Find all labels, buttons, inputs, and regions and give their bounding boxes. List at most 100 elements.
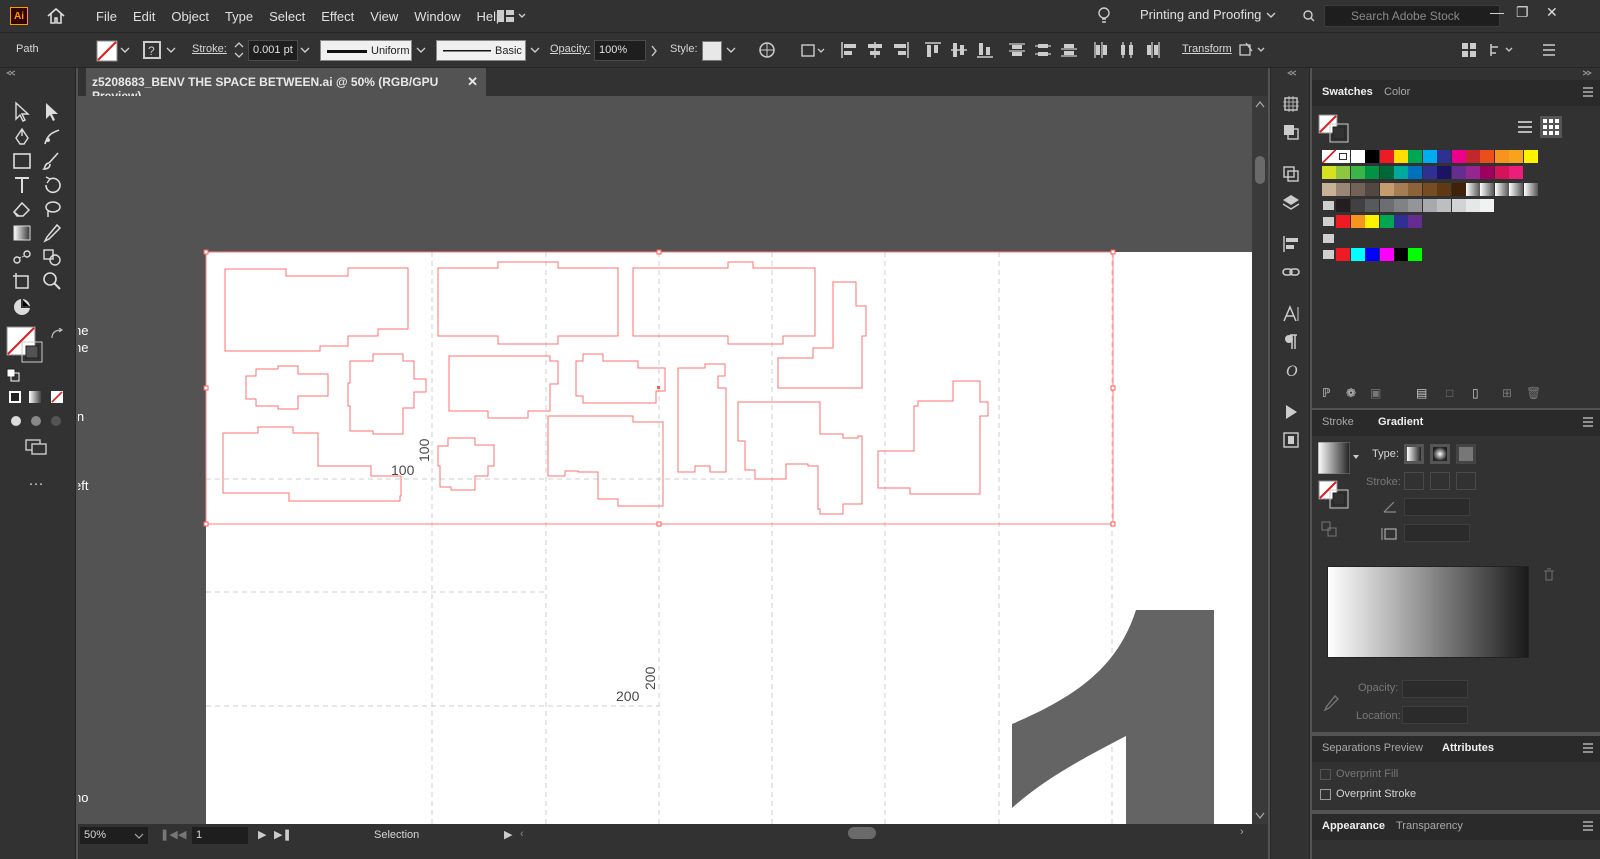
- color-swatch[interactable]: [1451, 198, 1466, 212]
- swap-fill-stroke-icon[interactable]: [50, 328, 64, 340]
- color-swatch[interactable]: [1480, 150, 1495, 163]
- gradient-mode-icon[interactable]: [28, 390, 42, 404]
- arrange-documents-icon[interactable]: [496, 8, 528, 24]
- stroke-label[interactable]: Stroke:: [192, 43, 227, 55]
- swatch-group-folder-icon[interactable]: [1323, 200, 1334, 210]
- chevron-down-icon[interactable]: [416, 47, 426, 55]
- color-swatch[interactable]: [1408, 247, 1423, 261]
- chevron-down-icon[interactable]: [134, 833, 144, 839]
- canvas[interactable]: 100 100 200 200 he he in eft no: [78, 96, 1252, 824]
- swatch-group-folder-icon[interactable]: [1323, 217, 1334, 227]
- direct-selection-tool-icon[interactable]: [40, 100, 64, 122]
- expand-icon[interactable]: [1287, 70, 1297, 76]
- pen-tool-icon[interactable]: [10, 126, 34, 148]
- color-swatch[interactable]: [1350, 150, 1365, 163]
- color-swatch[interactable]: [1322, 182, 1336, 196]
- color-swatch[interactable]: [1365, 215, 1380, 229]
- curvature-tool-icon[interactable]: [40, 126, 64, 148]
- eraser-tool-icon[interactable]: [10, 198, 34, 220]
- radial-gradient-icon[interactable]: [1430, 444, 1450, 464]
- tab-attributes[interactable]: Attributes: [1442, 742, 1494, 754]
- chevron-down-icon[interactable]: [166, 47, 176, 55]
- previous-artboard-icon[interactable]: ◀: [178, 828, 186, 841]
- color-swatch[interactable]: [1365, 182, 1380, 196]
- draw-inside-icon[interactable]: [48, 414, 64, 428]
- delete-swatch-icon[interactable]: 🗑: [1526, 386, 1541, 400]
- color-swatch[interactable]: [1422, 182, 1437, 196]
- new-folder-icon[interactable]: ▯: [1472, 386, 1479, 400]
- type-tool-icon[interactable]: [10, 174, 34, 196]
- collapse-icon[interactable]: [6, 70, 16, 76]
- distribute-hcenter-icon[interactable]: [1118, 41, 1136, 59]
- color-swatch[interactable]: [1379, 215, 1394, 229]
- color-swatch[interactable]: [1422, 198, 1437, 212]
- opentype-panel-icon[interactable]: O: [1281, 360, 1301, 380]
- chevron-down-icon[interactable]: [726, 47, 736, 55]
- menu-type[interactable]: Type: [225, 9, 253, 24]
- first-artboard-icon[interactable]: ❚◀: [160, 828, 178, 841]
- live-paint-tool-icon[interactable]: [40, 246, 64, 268]
- distribute-top-icon[interactable]: [1008, 41, 1026, 59]
- color-swatch[interactable]: [1336, 166, 1351, 180]
- stroke-along-icon[interactable]: [1430, 472, 1450, 490]
- fill-stroke-control[interactable]: [6, 326, 44, 364]
- transform-link[interactable]: Transform: [1182, 43, 1232, 55]
- lasso-tool-icon[interactable]: [40, 198, 64, 220]
- color-swatch[interactable]: [1365, 247, 1380, 261]
- restore-button[interactable]: ❐: [1516, 4, 1529, 21]
- align-left-icon[interactable]: [840, 41, 858, 59]
- color-swatch[interactable]: [1494, 166, 1509, 180]
- menu-effect[interactable]: Effect: [321, 9, 354, 24]
- swatch-group-folder-icon[interactable]: [1323, 233, 1334, 243]
- screen-mode-icon[interactable]: [24, 438, 48, 456]
- swatch-options-icon[interactable]: ▣: [1370, 386, 1381, 400]
- stroke-unknown-swatch[interactable]: ?: [142, 40, 162, 60]
- distribute-right-icon[interactable]: [1144, 41, 1162, 59]
- stroke-weight-field[interactable]: 0.001 pt: [248, 40, 298, 61]
- stroke-within-icon[interactable]: [1404, 472, 1424, 490]
- artboards-panel-icon[interactable]: [1281, 94, 1301, 114]
- tab-separations-preview[interactable]: Separations Preview: [1322, 742, 1423, 754]
- blend-tool-icon[interactable]: [10, 246, 34, 268]
- home-icon[interactable]: [46, 6, 66, 26]
- status-menu-icon[interactable]: ▶: [504, 828, 512, 841]
- shape-builder-tool-icon[interactable]: [10, 296, 34, 318]
- chevron-down-icon[interactable]: [530, 47, 540, 55]
- workspace-switcher[interactable]: Printing and Proofing: [1140, 7, 1261, 22]
- stop-opacity-field[interactable]: [1402, 680, 1468, 698]
- tab-appearance[interactable]: Appearance: [1322, 820, 1385, 832]
- menu-object[interactable]: Object: [171, 9, 209, 24]
- document-tab[interactable]: z5208683_BENV THE SPACE BETWEEN.ai @ 50%…: [86, 68, 486, 103]
- minimize-button[interactable]: —: [1490, 4, 1504, 20]
- align-middle-icon[interactable]: [950, 41, 968, 59]
- color-swatch[interactable]: [1379, 182, 1394, 196]
- color-swatch[interactable]: [1394, 198, 1408, 212]
- menu-view[interactable]: View: [370, 9, 398, 24]
- chevron-down-icon[interactable]: [1352, 454, 1360, 460]
- color-swatch[interactable]: [1480, 182, 1495, 196]
- isolate-icon[interactable]: [1238, 41, 1268, 59]
- distribute-left-icon[interactable]: [1092, 41, 1110, 59]
- color-swatch[interactable]: [1350, 166, 1365, 180]
- tab-stroke[interactable]: Stroke: [1322, 416, 1354, 428]
- color-swatch[interactable]: [1379, 247, 1394, 261]
- color-swatch[interactable]: [1437, 182, 1452, 196]
- color-swatch[interactable]: [1408, 215, 1423, 229]
- new-swatch-icon[interactable]: ⊞: [1502, 386, 1512, 400]
- overprint-fill-checkbox[interactable]: [1320, 769, 1331, 780]
- panel-menu-icon[interactable]: [1582, 416, 1594, 428]
- color-swatch[interactable]: [1437, 166, 1452, 180]
- align-center-icon[interactable]: [866, 41, 884, 59]
- color-swatch[interactable]: [1408, 198, 1423, 212]
- draw-normal-icon[interactable]: [8, 414, 24, 428]
- vertical-scroll-thumb[interactable]: [1255, 156, 1265, 184]
- color-swatch[interactable]: [1394, 247, 1408, 261]
- none-mode-icon[interactable]: [50, 390, 64, 404]
- color-swatch[interactable]: [1494, 182, 1509, 196]
- artboard-tool-icon[interactable]: [10, 270, 34, 292]
- menu-edit[interactable]: Edit: [133, 9, 155, 24]
- panel-menu-icon[interactable]: [1582, 820, 1594, 832]
- color-swatch[interactable]: [1494, 150, 1509, 163]
- stop-location-field[interactable]: [1402, 706, 1468, 724]
- swatch-fill-stroke-indicator[interactable]: [1318, 114, 1350, 144]
